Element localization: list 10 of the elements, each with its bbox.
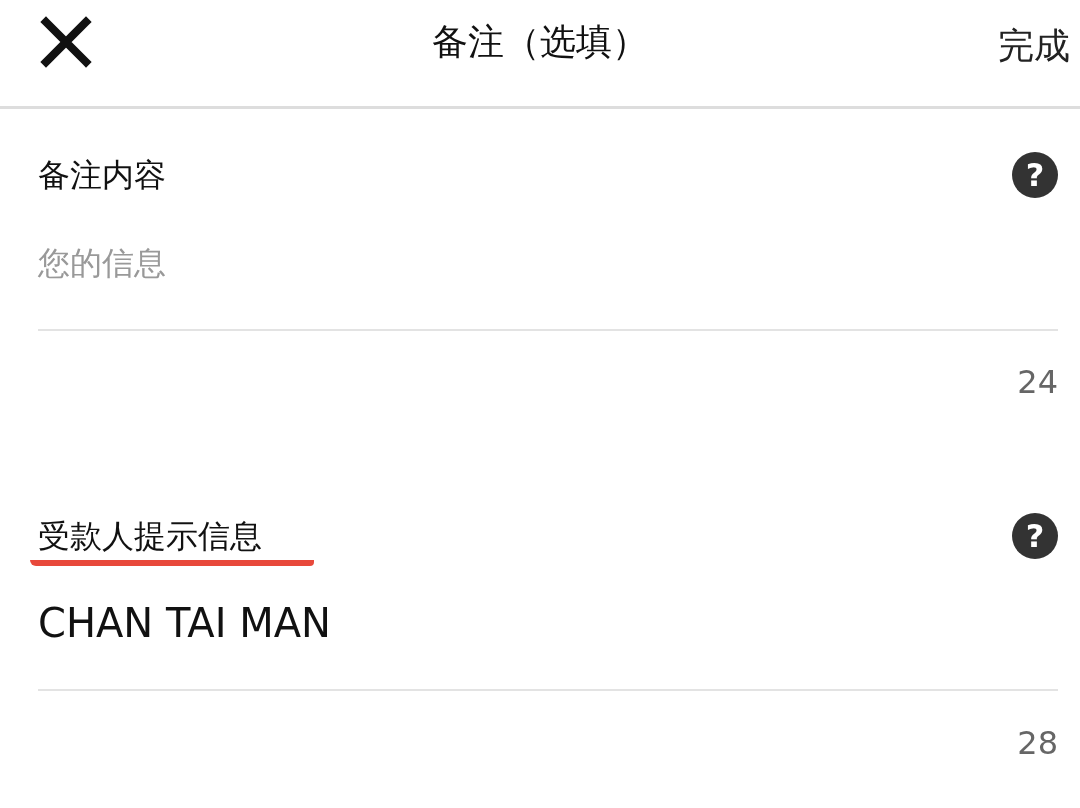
page-title: 备注（选填） [432, 21, 648, 62]
field-label: 受款人提示信息 [30, 516, 314, 566]
help-icon[interactable]: ? [1012, 152, 1058, 198]
character-counter: 28 [1017, 724, 1058, 762]
done-button[interactable]: 完成 [998, 22, 1070, 70]
character-counter: 24 [1017, 363, 1058, 401]
field-label: 备注内容 [38, 155, 166, 195]
close-icon[interactable] [40, 16, 92, 68]
input-field[interactable]: CHAN TAI MAN [38, 556, 1058, 689]
help-icon[interactable]: ? [1012, 513, 1058, 559]
